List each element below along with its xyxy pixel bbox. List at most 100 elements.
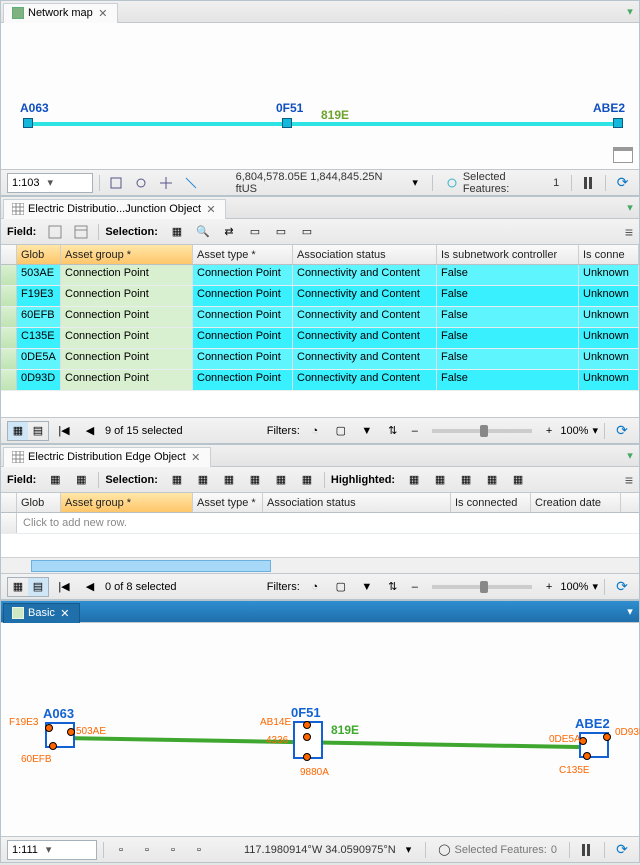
col-glob[interactable]: Glob — [17, 493, 61, 512]
show-selected-button[interactable]: ▤ — [28, 422, 48, 440]
prev-record-button[interactable]: ◀ — [79, 421, 101, 441]
table2-body[interactable]: Click to add new row. — [1, 513, 639, 557]
col-creation[interactable]: Creation date — [531, 493, 621, 512]
col-asset-type[interactable]: Asset type * — [193, 245, 293, 264]
zoom-slider[interactable] — [432, 585, 532, 589]
panel-menu-icon[interactable]: ▾ — [623, 605, 637, 618]
calc-field-icon[interactable]: ▦ — [70, 470, 92, 490]
row-handle[interactable] — [1, 513, 17, 533]
filter-sort-icon[interactable]: ⇅ — [382, 577, 404, 597]
rotate-icon[interactable]: ▫ — [110, 840, 132, 860]
hl-2-icon[interactable]: ▦ — [429, 470, 451, 490]
zoom-minus-button[interactable]: – — [408, 581, 422, 593]
selected-features[interactable]: ◯ Selected Features: 0 — [432, 843, 563, 856]
junction-dot[interactable] — [603, 733, 611, 741]
table1-body[interactable]: 503AEConnection PointConnection PointCon… — [1, 265, 639, 417]
switch-sel-icon[interactable]: ▦ — [218, 470, 240, 490]
filter-funnel-icon[interactable]: ▼ — [356, 577, 378, 597]
constraints-icon[interactable] — [181, 173, 202, 193]
zoom-plus-button[interactable]: + — [542, 425, 556, 437]
calculate-field-icon[interactable] — [70, 222, 92, 242]
select-attrs-icon[interactable]: ▦ — [166, 470, 188, 490]
coord-menu-icon[interactable]: ▾ — [408, 176, 422, 189]
row-handle[interactable] — [1, 328, 17, 348]
table-row[interactable]: 0DE5AConnection PointConnection PointCon… — [1, 349, 639, 370]
scale-combo[interactable]: 1:103▾ — [7, 173, 93, 193]
junction-dot[interactable] — [49, 742, 57, 750]
close-icon[interactable]: ✕ — [190, 451, 202, 463]
junction-dot[interactable] — [67, 728, 75, 736]
hl-5-icon[interactable]: ▦ — [507, 470, 529, 490]
clear-sel-icon[interactable]: ▦ — [244, 470, 266, 490]
pause-drawing-button[interactable] — [576, 840, 598, 860]
add-field-icon[interactable] — [44, 222, 66, 242]
filter-time-icon[interactable]: ◔ — [304, 577, 326, 597]
table2-tab[interactable]: Electric Distribution Edge Object ✕ — [3, 447, 211, 467]
col-asset-group[interactable]: Asset group * — [61, 245, 193, 264]
row-handle[interactable] — [1, 286, 17, 306]
table-row[interactable]: C135EConnection PointConnection PointCon… — [1, 328, 639, 349]
selected-features[interactable]: Selected Features: 1 — [439, 171, 565, 195]
hamburger-menu-icon[interactable]: ≡ — [625, 224, 633, 240]
snap-icon[interactable]: ▫ — [136, 840, 158, 860]
show-all-button[interactable]: ▦ — [8, 422, 28, 440]
copy-sel-icon[interactable]: ▦ — [296, 470, 318, 490]
panel-menu-icon[interactable]: ▾ — [623, 201, 637, 214]
table-row[interactable]: 503AEConnection PointConnection PointCon… — [1, 265, 639, 286]
zoom-menu-icon[interactable]: ▾ — [592, 424, 598, 437]
hamburger-menu-icon[interactable]: ≡ — [625, 472, 633, 488]
map1-canvas[interactable]: A063 0F51 ABE2 819E — [1, 23, 639, 169]
copy-selection-icon[interactable]: ▭ — [296, 222, 318, 242]
refresh-button[interactable]: ⟳ — [611, 577, 633, 597]
zoom-minus-button[interactable]: – — [408, 425, 422, 437]
hl-4-icon[interactable]: ▦ — [481, 470, 503, 490]
row-handle[interactable] — [1, 265, 17, 285]
filter-extent-icon[interactable]: ▢ — [330, 577, 352, 597]
table1-tab[interactable]: Electric Distributio...Junction Object ✕ — [3, 199, 226, 219]
horizontal-scrollbar[interactable] — [1, 557, 639, 573]
hl-1-icon[interactable]: ▦ — [403, 470, 425, 490]
delete-sel-icon[interactable]: ▦ — [270, 470, 292, 490]
col-assoc[interactable]: Association status — [263, 493, 451, 512]
switch-selection-icon[interactable]: ⇄ — [218, 222, 240, 242]
col-glob[interactable]: Glob — [17, 245, 61, 264]
table-row[interactable]: F19E3Connection PointConnection PointCon… — [1, 286, 639, 307]
show-selected-button[interactable]: ▤ — [28, 578, 48, 596]
row-handle[interactable] — [1, 349, 17, 369]
panel-menu-icon[interactable]: ▾ — [623, 449, 637, 462]
popup-icon[interactable] — [613, 147, 633, 163]
select-by-attrs-icon[interactable]: ▦ — [166, 222, 188, 242]
grid-icon[interactable]: ▫ — [162, 840, 184, 860]
junction-dot[interactable] — [303, 733, 311, 741]
filter-sort-icon[interactable]: ⇅ — [382, 421, 404, 441]
filter-time-icon[interactable]: ◔ — [304, 421, 326, 441]
table-row[interactable]: 0D93DConnection PointConnection PointCon… — [1, 370, 639, 391]
filter-funnel-icon[interactable]: ▼ — [356, 421, 378, 441]
coord-menu-icon[interactable]: ▾ — [406, 843, 412, 856]
junction-dot[interactable] — [583, 752, 591, 760]
show-all-button[interactable]: ▦ — [8, 578, 28, 596]
col-subnet[interactable]: Is subnetwork controller — [437, 245, 579, 264]
refresh-button[interactable]: ⟳ — [611, 840, 633, 860]
first-record-button[interactable]: |◀ — [53, 577, 75, 597]
zoom-sel-icon[interactable]: ▦ — [192, 470, 214, 490]
close-icon[interactable]: ✕ — [97, 7, 109, 19]
map2-tab[interactable]: Basic ✕ — [3, 603, 80, 623]
row-handle[interactable] — [1, 370, 17, 390]
zoom-menu-icon[interactable]: ▾ — [592, 580, 598, 593]
junction-dot[interactable] — [303, 721, 311, 729]
refresh-button[interactable]: ⟳ — [612, 173, 633, 193]
add-field-icon[interactable]: ▦ — [44, 470, 66, 490]
table-row[interactable]: 60EFBConnection PointConnection PointCon… — [1, 307, 639, 328]
first-record-button[interactable]: |◀ — [53, 421, 75, 441]
constraints-icon[interactable]: ▫ — [188, 840, 210, 860]
zoom-slider[interactable] — [432, 429, 532, 433]
close-icon[interactable]: ✕ — [205, 203, 217, 215]
node-0f51[interactable] — [282, 118, 292, 128]
node-abe2[interactable] — [613, 118, 623, 128]
zoom-plus-button[interactable]: + — [542, 581, 556, 593]
pause-drawing-button[interactable] — [578, 173, 599, 193]
prev-record-button[interactable]: ◀ — [79, 577, 101, 597]
row-handle[interactable] — [1, 307, 17, 327]
zoom-to-selection-icon[interactable]: 🔍 — [192, 222, 214, 242]
